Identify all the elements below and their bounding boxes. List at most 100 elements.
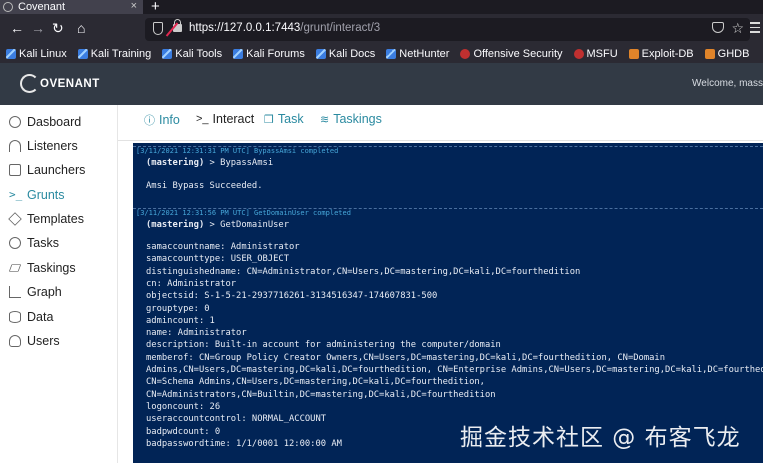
sidebar-item-label: Templates	[27, 212, 84, 226]
layers-icon	[8, 264, 22, 272]
bookmark-3[interactable]: Kali Forums	[233, 48, 305, 60]
bookmark-label: MSFU	[586, 47, 618, 60]
url-text[interactable]: https://127.0.0.1:7443/grunt/interact/3	[189, 22, 380, 34]
rocket-icon	[9, 164, 21, 176]
bookmark-label: GHDB	[717, 47, 750, 60]
sidebar-item-tasks[interactable]: Tasks	[9, 236, 59, 250]
sidebar-item-users[interactable]: Users	[9, 334, 60, 348]
watermark-text: 掘金技术社区 @ 布客飞龙	[460, 425, 741, 451]
tab-info[interactable]: ⓘ Info	[144, 112, 180, 128]
bookmark-7[interactable]: MSFU	[573, 47, 618, 60]
sidebar-item-data[interactable]: Data	[9, 310, 53, 324]
sidebar-item-label: Dasboard	[27, 115, 82, 129]
welcome-text[interactable]: Welcome, mass	[692, 78, 763, 89]
sidebar-item-graph[interactable]: Graph	[9, 285, 62, 299]
dashboard-icon	[9, 116, 21, 128]
covenant-favicon-icon	[3, 2, 13, 12]
browser-tab[interactable]: Covenant ×	[0, 0, 143, 14]
bookmark-4[interactable]: Kali Docs	[315, 48, 375, 60]
bookmark-9[interactable]: GHDB	[704, 47, 750, 60]
bookmark-label: Exploit-DB	[641, 47, 694, 60]
cube-icon	[8, 212, 22, 226]
covenant-logo[interactable]: OVENANT	[20, 74, 100, 93]
output-block-header: [3/11/2021 12:31:56 PM UTC] GetDomainUse…	[136, 209, 351, 217]
tab-task[interactable]: ❒ Task	[264, 112, 304, 126]
database-icon	[9, 311, 21, 323]
output-line: Amsi Bypass Succeeded.	[146, 181, 263, 191]
output-block-header: [3/11/2021 12:31:31 PM UTC] BypassAmsi c…	[136, 147, 339, 155]
kali-dragon-icon	[6, 48, 16, 59]
grunt-prompt: (mastering)	[146, 220, 205, 230]
bookmark-label: Kali Forums	[246, 47, 305, 60]
output-line: admincount: 1	[146, 315, 215, 326]
url-bar[interactable]: https://127.0.0.1:7443/grunt/interact/3 …	[145, 18, 750, 41]
output-line: cn: Administrator	[146, 278, 237, 289]
sidebar-item-label: Tasks	[27, 236, 59, 250]
browser-navbar: ← → ↻ ⌂ https://127.0.0.1:7443/grunt/int…	[0, 14, 763, 44]
bookmark-1[interactable]: Kali Training	[77, 48, 151, 60]
kali-dragon-icon	[315, 48, 326, 59]
sidebar-item-label: Grunts	[27, 188, 65, 202]
tab-info-icon: ⓘ	[144, 115, 155, 127]
tab-task-icon: ❒	[264, 113, 274, 126]
bookmark-0[interactable]: Kali Linux	[6, 48, 67, 60]
command-text: > BypassAmsi	[204, 158, 274, 168]
output-line: badpasswordtime: 1/1/0001 12:00:00 AM	[146, 438, 342, 449]
sidebar-item-taskings[interactable]: Taskings	[8, 261, 76, 275]
bookmark-label: Offensive Security	[473, 47, 563, 60]
home-icon[interactable]: ⌂	[77, 20, 85, 36]
bookmarks-bar: Kali Linux Kali Training Kali Tools Kali Fo…	[0, 44, 763, 63]
tracking-shield-icon[interactable]	[153, 22, 163, 35]
output-line: distinguishedname: CN=Administrator,CN=U…	[146, 266, 581, 277]
output-line: CN=Schema Admins,CN=Users,DC=mastering,D…	[146, 377, 485, 388]
output-line: objectsid: S-1-5-21-2937716261-313451634…	[146, 291, 438, 302]
forward-icon[interactable]: →	[31, 20, 45, 36]
grunt-terminal[interactable]: [3/11/2021 12:31:31 PM UTC] BypassAmsi c…	[133, 143, 763, 463]
bookmark-label: NetHunter	[399, 47, 450, 60]
bookmark-8[interactable]: Exploit-DB	[628, 47, 694, 60]
url-host: https://127.0.0.1:7443	[189, 22, 301, 34]
tab-taskings[interactable]: ≋ Taskings	[320, 112, 382, 126]
grunt-tabs: ⓘ Info >_ Interact ❒ Task ≋ Taskings	[118, 105, 763, 141]
tab-label: Info	[159, 113, 180, 127]
bookmark-2[interactable]: Kali Tools	[162, 48, 222, 60]
browser-tab-title: Covenant	[18, 1, 66, 13]
bookmark-6[interactable]: Offensive Security	[460, 47, 563, 60]
sidebar-nav: Dasboard Listeners Launchers >_ Grunts Templa…	[0, 105, 118, 463]
kali-dragon-icon	[77, 48, 88, 59]
bolt-icon	[9, 237, 21, 249]
sidebar-item-label: Graph	[27, 285, 62, 299]
sidebar-item-grunts[interactable]: >_ Grunts	[9, 188, 65, 202]
tab-interact[interactable]: >_ Interact	[196, 112, 254, 126]
sidebar-item-listeners[interactable]: Listeners	[9, 139, 78, 153]
reload-icon[interactable]: ↻	[52, 20, 64, 36]
output-line: description: Built-in account for admini…	[146, 340, 501, 351]
sidebar-item-launchers[interactable]: Launchers	[9, 163, 85, 177]
hamburger-menu-icon[interactable]	[750, 22, 760, 36]
bookmark-star-icon[interactable]: ☆	[731, 20, 744, 37]
tab-label: Taskings	[333, 112, 382, 126]
close-tab-icon[interactable]: ×	[131, 0, 137, 12]
output-line: name: Administrator	[146, 328, 247, 339]
bookmark-5[interactable]: NetHunter	[386, 48, 449, 60]
terminal-icon: >_	[9, 188, 23, 201]
tab-taskings-icon: ≋	[320, 113, 330, 126]
command-text: > GetDomainUser	[204, 220, 290, 230]
output-line: samaccountname: Administrator	[146, 242, 300, 252]
sidebar-item-dasboard[interactable]: Dasboard	[9, 115, 81, 129]
back-icon[interactable]: ←	[10, 20, 24, 36]
kali-dragon-icon	[162, 48, 173, 59]
sidebar-item-label: Listeners	[27, 139, 78, 153]
user-icon	[9, 335, 21, 347]
output-line: Admins,CN=Users,DC=mastering,DC=kali,DC=…	[146, 365, 763, 375]
kali-dragon-icon	[386, 48, 397, 59]
offsec-icon	[460, 48, 471, 59]
covenant-logo-icon	[20, 74, 39, 93]
bookmark-label: Kali Linux	[19, 47, 67, 60]
tab-label: Interact	[212, 112, 255, 126]
exploit-db-icon	[704, 48, 715, 59]
new-tab-button[interactable]: +	[151, 0, 160, 15]
output-line: useraccountcontrol: NORMAL_ACCOUNT	[146, 414, 327, 425]
sidebar-item-templates[interactable]: Templates	[8, 212, 84, 226]
app-header: OVENANT Welcome, mass	[0, 63, 763, 105]
